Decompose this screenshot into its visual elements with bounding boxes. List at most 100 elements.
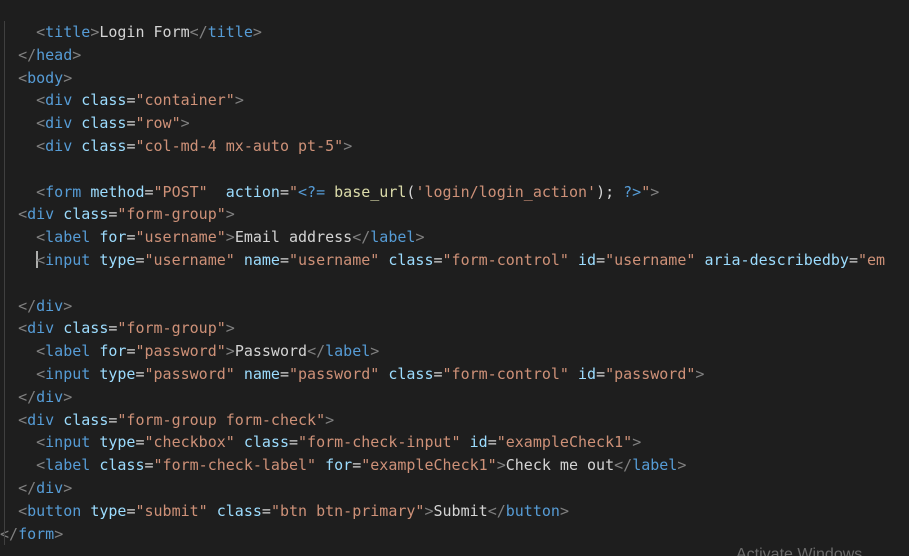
code-token: label [370,228,416,247]
code-token: "exampleCheck1" [361,456,497,475]
code-token: </ [18,296,37,315]
code-token: label [45,228,91,247]
code-token: < [36,91,46,110]
code-token: id [469,433,488,452]
indent-guide [4,317,5,341]
code-token: = [144,456,154,475]
code-token: id [578,364,597,383]
code-token: > [343,136,353,155]
indent-guide [4,476,5,500]
code-token: label [325,342,371,361]
code-token: < [18,68,28,87]
code-token: class [63,319,109,338]
code-token: body [27,68,64,87]
code-token: input [45,433,91,452]
code-line[interactable]: <label for="password">Password</label> [0,340,909,363]
code-line[interactable]: <div class="row"> [0,112,909,135]
code-token: </ [352,228,371,247]
indent-guide [4,271,5,295]
code-line[interactable]: </div> [0,476,909,500]
code-token: ); [596,182,624,201]
code-token: input [45,364,91,383]
indent-guide [4,66,5,90]
code-token: < [18,501,28,520]
code-token: class [99,456,145,475]
code-token: div [27,205,55,224]
code-token: = [487,433,497,452]
code-token: "password" [144,364,235,383]
code-line[interactable]: <body> [0,66,909,90]
code-token: = [279,364,289,383]
code-line[interactable]: <form method="POST" action="<?= base_url… [0,180,909,204]
indent-guide [4,226,5,249]
code-area[interactable]: <title>Login Form</title> </head> <body>… [0,21,909,546]
code-token: input [45,250,91,269]
code-token: label [45,342,91,361]
indent-guide [4,21,5,44]
code-token: "username" [135,228,226,247]
code-token: class [216,501,262,520]
code-line[interactable]: </div> [0,294,909,318]
code-token: = [279,182,289,201]
code-line[interactable]: </div> [0,385,909,409]
indent-guide [4,408,5,432]
code-line[interactable]: </head> [0,43,909,67]
code-line[interactable]: <button type="submit" class="btn btn-pri… [0,499,909,523]
indent-guide [4,112,5,135]
code-token: button [505,501,560,520]
code-token: > [415,228,425,247]
code-token: "username" [605,250,696,269]
code-token: </ [189,23,208,41]
code-token: > [559,501,569,520]
code-token: = [352,456,362,475]
code-line[interactable]: <div class="container"> [0,89,909,113]
code-editor[interactable]: <title>Login Form</title> </head> <body>… [0,0,909,556]
code-line[interactable]: <input type="username" name="username" c… [0,248,909,272]
code-line[interactable]: <div class="form-group form-check"> [0,408,909,432]
code-token: "form-group" [117,319,226,338]
code-token: base_url [334,182,407,201]
code-token: = [433,250,443,269]
code-line[interactable] [0,271,909,295]
code-line[interactable]: <input type="checkbox" class="form-check… [0,431,909,455]
code-line[interactable]: <title>Login Form</title> [0,21,909,44]
code-token: > [225,319,235,338]
code-line[interactable]: <div class="form-group"> [0,317,909,341]
code-token: action [225,182,280,201]
code-token: class [81,114,127,133]
code-token: </ [18,478,37,497]
code-line[interactable]: <label class="form-check-label" for="exa… [0,454,909,477]
code-token: " [289,182,299,201]
code-line[interactable]: <input type="password" name="password" c… [0,362,909,386]
code-line[interactable]: <div class="form-group"> [0,203,909,227]
code-token: name [243,250,280,269]
code-token: class [81,91,127,110]
code-token: = [596,364,606,383]
code-line[interactable]: <div class="col-md-4 mx-auto pt-5"> [0,134,909,158]
code-token: type [90,501,127,520]
code-token: < [36,23,46,41]
code-line[interactable] [0,157,909,181]
code-token: title [45,23,91,41]
code-token: <?= [298,182,326,201]
code-token: div [45,136,73,155]
indent-guide [4,340,5,363]
code-line[interactable]: <label for="username">Email address</lab… [0,226,909,249]
code-token: = [261,501,271,520]
code-line[interactable]: </form> [0,522,909,546]
code-token: > [677,456,687,475]
code-token: div [27,410,55,429]
